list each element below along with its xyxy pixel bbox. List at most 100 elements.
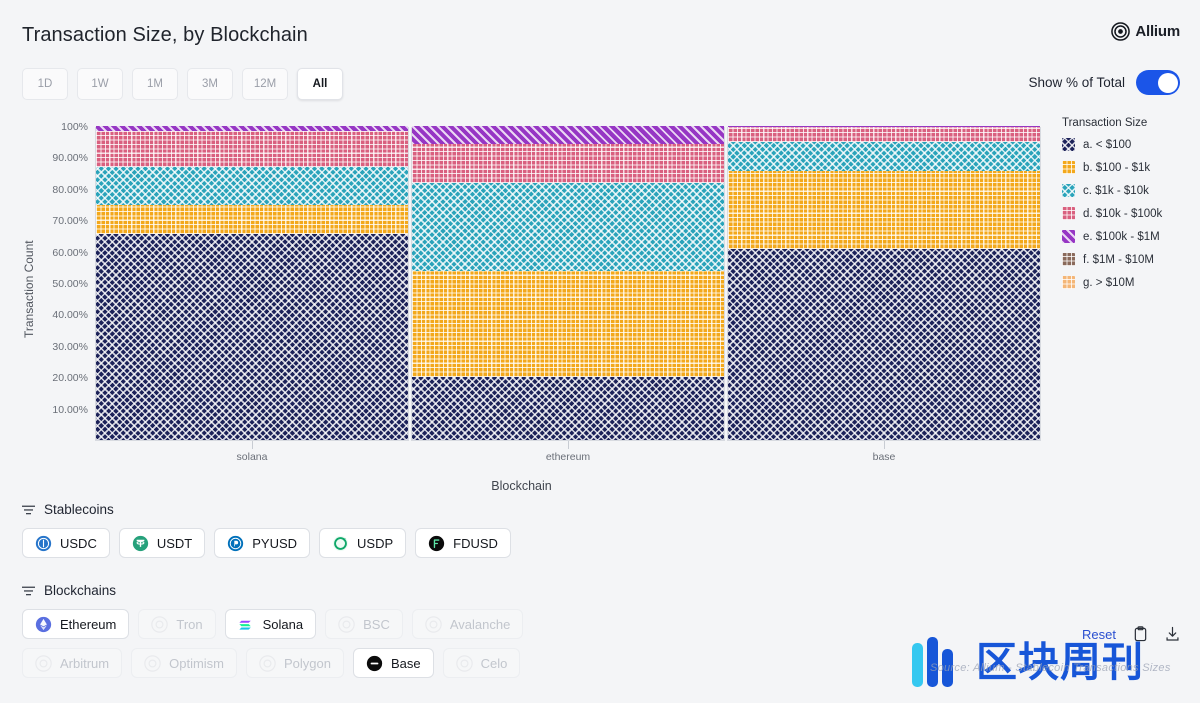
- chip-tron[interactable]: Tron: [138, 609, 216, 639]
- legend-item[interactable]: a. < $100: [1062, 138, 1198, 151]
- legend-swatch: [1062, 161, 1075, 174]
- x-axis-label-solana: solana: [236, 451, 268, 463]
- footer-actions: Reset: [1082, 626, 1180, 642]
- legend-label: b. $100 - $1k: [1083, 161, 1151, 174]
- reset-button[interactable]: Reset: [1082, 627, 1116, 642]
- bar-segment[interactable]: [96, 131, 408, 168]
- bar-segment[interactable]: [728, 126, 1040, 143]
- blockchains-filter-group: Blockchains Ethereum Tron Solana BSC Avalanc…: [22, 583, 524, 687]
- y-axis-ticks: 100% 90.00% 80.00% 70.00% 60.00% 50.00% 40.00%…: [12, 110, 88, 500]
- chart-legend: Transaction Size a. < $100 b. $100 - $1k c…: [1062, 117, 1198, 299]
- y-axis-tick-label: 40.00%: [52, 309, 88, 322]
- usdp-icon: [332, 535, 349, 551]
- stablecoin-chip-row: USDC USDT PYUSD USDP FDUSD: [22, 528, 511, 558]
- chip-arbitrum[interactable]: Arbitrum: [22, 648, 123, 678]
- range-tab-1d[interactable]: 1D: [22, 68, 68, 100]
- pyusd-icon: [228, 535, 244, 551]
- show-percent-toggle[interactable]: [1136, 70, 1180, 95]
- bar-segment[interactable]: [96, 167, 408, 205]
- chip-optimism[interactable]: Optimism: [131, 648, 238, 678]
- bar-segment[interactable]: [412, 377, 724, 440]
- legend-item[interactable]: f. $1M - $10M: [1062, 253, 1198, 266]
- legend-swatch: [1062, 276, 1075, 289]
- bar-segment[interactable]: [96, 126, 408, 132]
- x-axis-tickmark: [252, 441, 253, 449]
- legend-swatch: [1062, 253, 1075, 266]
- legend-label: c. $1k - $10k: [1083, 184, 1149, 197]
- chip-label: Celo: [480, 655, 508, 671]
- chip-avalanche[interactable]: Avalanche: [411, 609, 524, 639]
- y-axis-tick-label: 100%: [61, 121, 88, 133]
- chip-ethereum[interactable]: Ethereum: [22, 609, 130, 639]
- range-tab-3m[interactable]: 3M: [187, 68, 233, 100]
- chip-label: PYUSD: [252, 535, 298, 551]
- bar-column-base[interactable]: [727, 126, 1041, 441]
- y-axis-tick-label: 60.00%: [52, 246, 88, 259]
- chip-label: Polygon: [284, 655, 331, 671]
- bar-segment[interactable]: [728, 171, 1040, 250]
- blockchains-filter-header: Blockchains: [22, 583, 523, 598]
- legend-label: e. $100k - $1M: [1083, 230, 1160, 243]
- legend-label: g. > $10M: [1083, 276, 1135, 289]
- legend-label: a. < $100: [1083, 138, 1132, 151]
- chip-label: USDT: [156, 535, 193, 551]
- bar-segment[interactable]: [412, 183, 724, 272]
- allium-target-logo-icon: [1111, 22, 1131, 41]
- legend-item[interactable]: d. $10k - $100k: [1062, 207, 1198, 220]
- chip-usdt[interactable]: USDT: [118, 528, 206, 558]
- legend-item[interactable]: g. > $10M: [1062, 276, 1198, 289]
- range-tab-1m[interactable]: 1M: [132, 68, 178, 100]
- blockchains-filter-title: Blockchains: [44, 583, 117, 598]
- chip-label: Tron: [176, 616, 203, 632]
- watermark-subtext: Source: Allium - Stablecoin Transactions…: [930, 662, 1171, 674]
- y-axis-tick-label: 90.00%: [52, 152, 88, 165]
- bar-segment[interactable]: [412, 271, 724, 378]
- bar-segment[interactable]: [728, 249, 1040, 440]
- filter-icon: [22, 505, 35, 514]
- toggle-knob: [1157, 72, 1178, 93]
- chip-usdc[interactable]: USDC: [22, 528, 110, 558]
- legend-item[interactable]: b. $100 - $1k: [1062, 161, 1198, 174]
- chip-usdp[interactable]: USDP: [319, 528, 407, 558]
- chip-polygon[interactable]: Polygon: [246, 648, 344, 678]
- bar-column-ethereum[interactable]: [411, 126, 725, 441]
- ethereum-icon: [35, 616, 52, 632]
- legend-swatch: [1062, 138, 1075, 151]
- range-tab-1w[interactable]: 1W: [77, 68, 123, 100]
- y-axis-tick-label: 10.00%: [52, 403, 88, 416]
- range-tab-12m[interactable]: 12M: [242, 68, 288, 100]
- legend-title: Transaction Size: [1062, 117, 1148, 129]
- chip-pyusd[interactable]: PYUSD: [214, 528, 311, 558]
- chip-base[interactable]: Base: [353, 648, 434, 678]
- chip-label: Ethereum: [60, 616, 117, 632]
- bar-column-solana[interactable]: [95, 126, 409, 441]
- bar-segment[interactable]: [96, 204, 408, 235]
- chip-celo[interactable]: Celo: [442, 648, 521, 678]
- chip-label: Solana: [262, 616, 304, 632]
- polygon-icon: [259, 654, 276, 672]
- blockchain-chip-row: Arbitrum Optimism Polygon Base Celo: [22, 648, 523, 678]
- legend-item[interactable]: c. $1k - $10k: [1062, 184, 1198, 197]
- chip-label: Base: [391, 655, 421, 671]
- usdt-icon: [132, 535, 148, 551]
- legend-swatch: [1062, 207, 1075, 220]
- bar-segment[interactable]: [96, 234, 408, 440]
- chip-label: Arbitrum: [60, 655, 110, 671]
- bar-segment[interactable]: [412, 126, 724, 145]
- bar-segment[interactable]: [412, 144, 724, 184]
- bar-segment[interactable]: [728, 142, 1040, 172]
- chip-bsc[interactable]: BSC: [325, 609, 403, 639]
- range-tab-all[interactable]: All: [297, 68, 343, 100]
- legend-item[interactable]: e. $100k - $1M: [1062, 230, 1198, 243]
- y-axis-tick-label: 50.00%: [52, 278, 88, 290]
- chip-solana[interactable]: Solana: [224, 609, 317, 639]
- watermark-bars-icon: [912, 637, 953, 687]
- chip-fdusd[interactable]: FDUSD: [415, 528, 511, 558]
- y-axis-tick-label: 70.00%: [52, 215, 88, 228]
- chip-label: USDC: [60, 535, 97, 551]
- base-icon: [366, 655, 383, 671]
- chip-label: Optimism: [169, 655, 225, 671]
- download-icon[interactable]: [1165, 626, 1180, 642]
- legend-label: d. $10k - $100k: [1083, 207, 1163, 220]
- clipboard-icon[interactable]: [1133, 626, 1148, 642]
